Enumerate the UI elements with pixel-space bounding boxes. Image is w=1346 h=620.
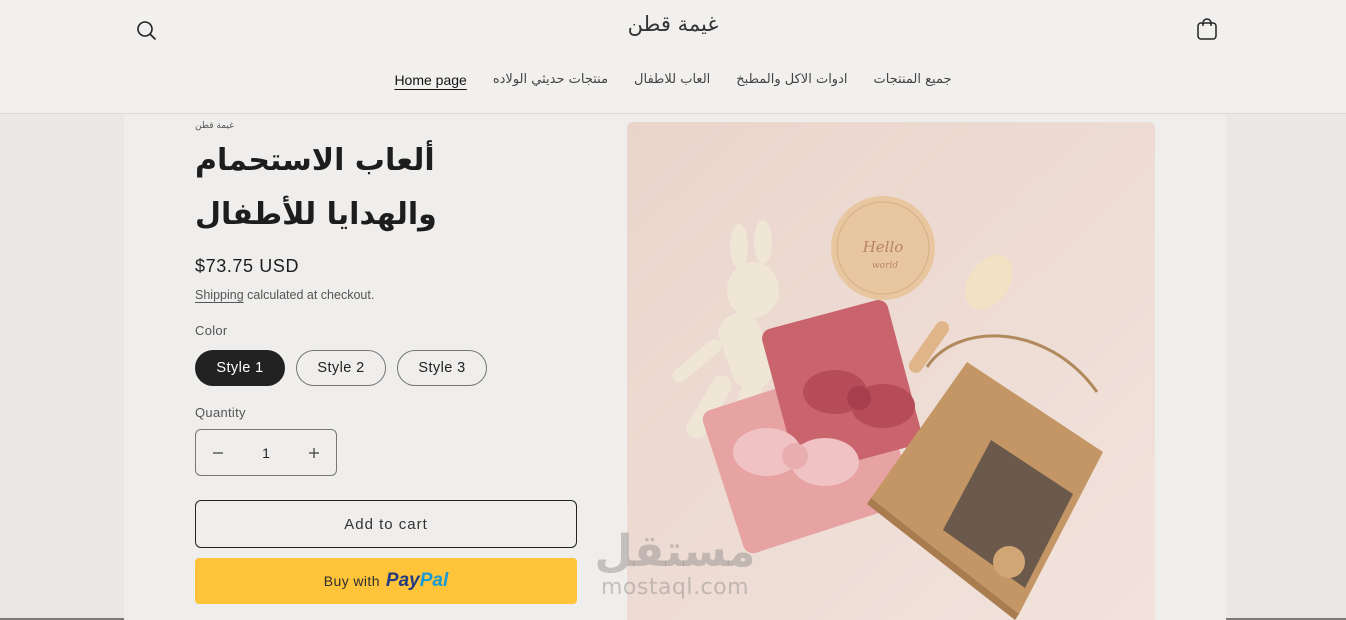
shipping-link[interactable]: Shipping [195,288,244,302]
watermark-arabic: مستقل [594,526,756,577]
quantity-label: Quantity [195,405,246,420]
shopping-bag-icon[interactable] [1194,16,1220,44]
minus-icon[interactable] [196,430,240,475]
quantity-input[interactable] [240,430,292,475]
nav-item-kids-toys[interactable]: العاب للاطفال [634,72,710,88]
paypal-prefix: Buy with [323,573,380,589]
watermark-latin: mostaql.com [600,575,750,600]
product-vendor: غيمة قطن [195,121,234,131]
quantity-stepper [195,429,337,476]
nav-item-home[interactable]: Home page [394,72,466,88]
store-brand[interactable]: غيمة قطن [0,12,1346,36]
product-title: ألعاب الاستحمام والهدايا للأطفال [195,143,437,232]
main-navigation: Home page منتجات حديثي الولاده العاب للا… [0,72,1346,88]
site-header: غيمة قطن Home page منتجات حديثي الولاده … [0,0,1346,114]
product-price: $73.75 USD [195,256,300,276]
color-label: Color [195,323,228,338]
add-to-cart-button[interactable]: Add to cart [195,500,577,548]
plus-icon[interactable] [292,430,336,475]
nav-item-kitchen-tools[interactable]: ادوات الاكل والمطبخ [736,72,847,88]
svg-text:world: world [872,261,898,271]
style-option-1[interactable]: Style 1 [195,350,285,386]
style-option-3[interactable]: Style 3 [397,350,487,386]
shipping-note: Shipping calculated at checkout. [195,288,374,302]
style-option-2[interactable]: Style 2 [296,350,386,386]
nav-item-newborn-products[interactable]: منتجات حديثي الولاده [493,72,608,88]
svg-text:Hello: Hello [862,238,904,256]
paypal-button[interactable]: Buy with PayPal [195,558,577,604]
watermark: مستقل mostaql.com [590,528,760,600]
shipping-text: calculated at checkout. [243,288,375,302]
paypal-logo: PayPal [385,570,449,591]
nav-item-all-products[interactable]: جميع المنتجات [873,72,951,88]
